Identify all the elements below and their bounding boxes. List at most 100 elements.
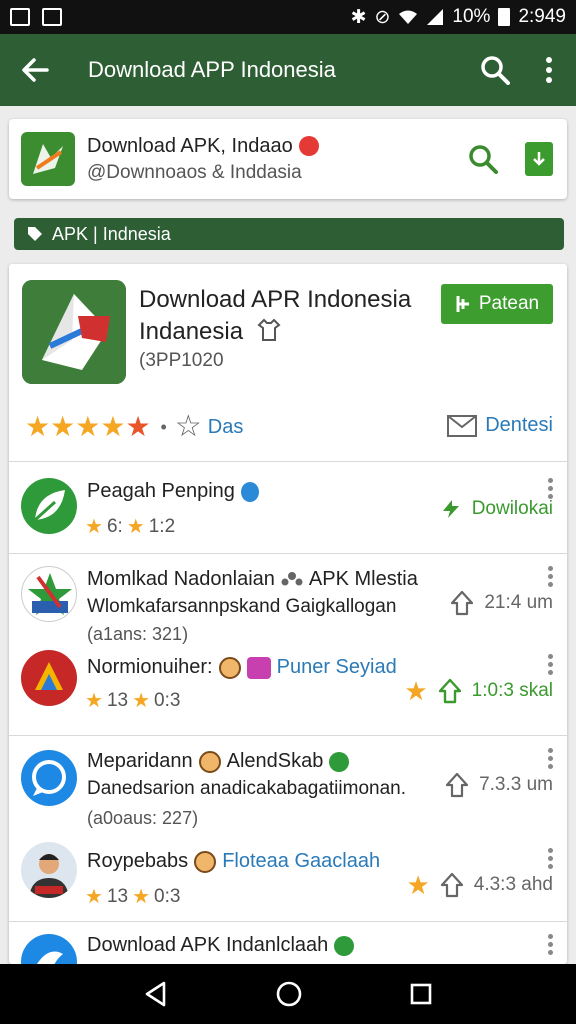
list-item-title: Peagah Penping	[87, 480, 259, 503]
star-icon: ★	[85, 690, 103, 712]
person-app-icon	[21, 842, 77, 898]
list-group: Momlkad Nadonlaian APK Mlestia Wlomkafar…	[9, 554, 567, 736]
chat-app-icon	[21, 750, 77, 806]
search-card-subtitle: @Downnoaos & Inddasia	[87, 161, 302, 183]
featured-app-title: Download APR Indonesia Indanesia	[139, 286, 412, 345]
upload-arrow-icon[interactable]	[438, 678, 462, 704]
contact-link[interactable]: Dentesi	[447, 414, 553, 437]
star-icon: ★	[50, 411, 76, 442]
list-item[interactable]: Download APK Indanlclaah	[9, 922, 567, 964]
star-icon: ★	[100, 411, 126, 442]
list-item[interactable]: Normionuiher: Puner Seyiad ★ 13 ★ 0:3 ★ …	[9, 646, 567, 738]
rating-stars: ★ ★ ★ ★ ★ • ☆ Das	[25, 412, 243, 442]
card-download-button[interactable]	[511, 129, 567, 189]
star-icon: ★	[75, 411, 101, 442]
tag-icon	[28, 227, 42, 241]
flash-icon	[442, 500, 459, 518]
star-badge-app-icon	[21, 566, 77, 622]
item-size: ★ 1:0:3 skal	[404, 676, 553, 706]
recents-square-icon[interactable]	[410, 983, 432, 1005]
status-bar: ✱ ⊘ 10% 2:949	[0, 0, 576, 34]
star-icon: ★	[132, 690, 151, 712]
back-button[interactable]	[0, 34, 70, 106]
upload-arrow-icon[interactable]	[440, 872, 464, 898]
list-item-title: Roypebabs Floteaa Gaaclaah	[87, 850, 381, 873]
bird-app-icon	[21, 934, 77, 964]
install-button[interactable]: Patean	[441, 284, 553, 324]
install-label: Patean	[478, 293, 540, 314]
list-item[interactable]: Roypebabs Floteaa Gaaclaah ★ 13 ★ 0:3 ★ …	[9, 828, 567, 920]
list-item[interactable]: Peagah Penping ★ 6: ★ 1:2 Dowilokai	[9, 462, 567, 554]
star-icon: ★	[25, 411, 51, 442]
item-menu-button[interactable]	[547, 934, 553, 955]
battery-icon	[498, 8, 511, 26]
featured-app-version: (3PP1020	[139, 350, 224, 371]
item-size: 21:4 um	[450, 590, 553, 616]
gallery-notification-icon	[42, 8, 62, 26]
store-icon	[246, 656, 271, 679]
list-item-title: Momlkad Nadonlaian APK Mlestia	[87, 568, 418, 590]
overflow-menu-button[interactable]	[522, 34, 576, 106]
rate-star-icon[interactable]: ☆	[175, 412, 202, 442]
item-menu-button[interactable]	[547, 654, 553, 675]
back-triangle-icon[interactable]	[144, 981, 168, 1007]
app-bar: Download APP Indonesia	[0, 34, 576, 106]
signal-icon	[427, 9, 444, 25]
star-icon: ★	[125, 411, 151, 442]
upload-arrow-icon[interactable]	[450, 590, 474, 616]
star-icon: ★	[406, 870, 430, 900]
group-icon	[281, 571, 303, 585]
rate-label[interactable]: Das	[208, 416, 244, 439]
featured-app-icon	[22, 280, 126, 384]
list-item-meta: (a1ans: 321)	[87, 624, 189, 644]
more-vert-icon	[546, 57, 552, 83]
item-menu-button[interactable]	[547, 478, 553, 499]
home-circle-icon[interactable]	[276, 981, 302, 1007]
upload-arrow-icon[interactable]	[445, 772, 469, 798]
list-item-ratings: ★ 13 ★ 0:3	[85, 885, 181, 909]
whatsapp-icon	[329, 751, 350, 772]
page-title: Download APP Indonesia	[88, 57, 336, 82]
separator-dot: •	[160, 416, 167, 437]
list-item-ratings: ★ 13 ★ 0:3	[85, 689, 181, 713]
verified-icon	[240, 481, 259, 502]
system-navigation-bar	[0, 964, 576, 1024]
avatar	[198, 750, 221, 773]
avatar	[218, 656, 241, 679]
star-icon: ★	[132, 886, 151, 908]
download-action[interactable]: Dowilokai	[440, 498, 553, 520]
star-icon: ★	[85, 516, 103, 538]
list-item-title: Normionuiher: Puner Seyiad	[87, 656, 397, 679]
list-item-ratings: ★ 6: ★ 1:2	[85, 515, 176, 539]
search-card-title: Download APK, Indaao	[87, 134, 293, 157]
contact-label: Dentesi	[485, 414, 553, 436]
search-icon	[481, 56, 510, 85]
item-size: ★ 4.3:3 ahd	[406, 870, 553, 900]
arrow-left-icon	[22, 58, 49, 82]
list-item[interactable]: Momlkad Nadonlaian APK Mlestia Wlomkafar…	[9, 554, 567, 646]
featured-app[interactable]: Download APR Indonesia Indanesia (3PP102…	[9, 264, 567, 462]
mail-icon	[447, 414, 478, 437]
arrow-app-icon	[21, 650, 77, 706]
item-menu-button[interactable]	[547, 848, 553, 869]
search-icon	[469, 145, 498, 174]
list-item-description: Wlomkafarsannpskand Gaigkallogan	[87, 596, 397, 617]
list-item-description: Danedsarion anadicakabagatiimonan.	[87, 778, 407, 799]
bluetooth-icon: ✱	[350, 6, 367, 28]
play-store-icon	[456, 296, 469, 312]
wifi-icon	[399, 10, 418, 24]
clock: 2:949	[518, 6, 566, 27]
card-search-button[interactable]	[455, 129, 511, 189]
list-item[interactable]: Meparidann AlendSkab Danedsarion anadica…	[9, 736, 567, 828]
category-chip-bar[interactable]: APK | Indnesia	[14, 218, 564, 250]
list-item-title: Download APK Indanlclaah	[87, 934, 355, 957]
publisher-link[interactable]: Floteaa Gaaclaah	[222, 850, 380, 873]
star-icon: ★	[404, 676, 428, 706]
item-menu-button[interactable]	[547, 566, 553, 587]
download-icon	[525, 142, 553, 176]
search-card[interactable]: Download APK, Indaao @Downnoaos & Inddas…	[9, 119, 567, 199]
publisher-link[interactable]: Puner Seyiad	[277, 656, 397, 679]
item-menu-button[interactable]	[547, 748, 553, 769]
search-button[interactable]	[468, 34, 522, 106]
shirt-icon	[257, 318, 281, 341]
